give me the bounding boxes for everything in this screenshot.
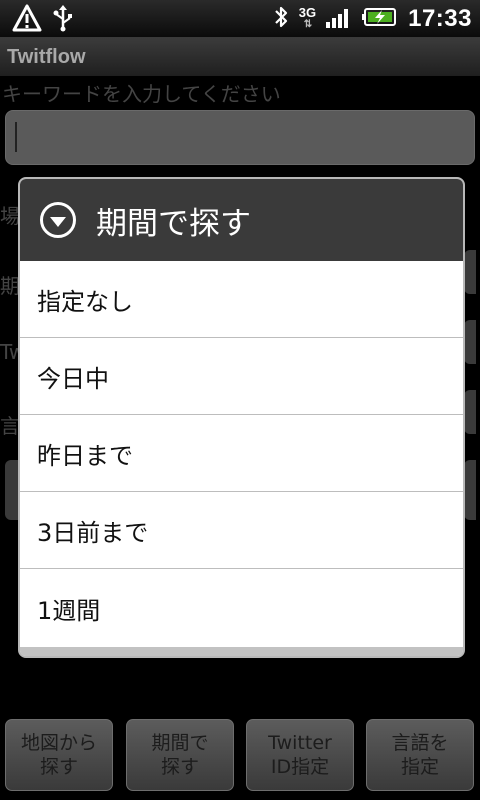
- warning-icon: [12, 4, 42, 36]
- network-type: 3G: [298, 5, 317, 20]
- clock: 17:33: [408, 5, 472, 32]
- period-row-label: 期: [0, 274, 20, 298]
- language-row-label: 言: [0, 414, 20, 438]
- bluetooth-icon: [273, 4, 289, 34]
- dialog-footer: [20, 647, 463, 656]
- chevron-down-circle-icon: [40, 202, 76, 238]
- keyword-label: キーワードを入力してください: [2, 82, 281, 106]
- status-bar: 3G ⇅ 17:33: [0, 0, 480, 38]
- option-no-limit[interactable]: 指定なし: [20, 261, 463, 338]
- period-dialog: 期間で探す 指定なし 今日中 昨日まで 3日前まで 1週間: [18, 177, 465, 658]
- option-one-week[interactable]: 1週間: [20, 569, 463, 647]
- network-indicator: 3G ⇅: [298, 5, 317, 31]
- option-today[interactable]: 今日中: [20, 338, 463, 415]
- map-search-button[interactable]: 地図から 探す: [5, 719, 113, 791]
- dialog-option-list: 指定なし 今日中 昨日まで 3日前まで 1週間: [20, 261, 463, 647]
- dialog-title: 期間で探す: [96, 205, 251, 242]
- location-row-label: 場: [0, 204, 20, 228]
- language-spinner[interactable]: [464, 390, 476, 434]
- app-title: Twitflow: [7, 45, 86, 68]
- text-cursor: [15, 122, 17, 152]
- usb-icon: [52, 4, 74, 36]
- signal-icon: [326, 6, 352, 32]
- language-button[interactable]: 言語を 指定: [366, 719, 474, 791]
- period-spinner[interactable]: [464, 250, 476, 294]
- option-three-days[interactable]: 3日前まで: [20, 492, 463, 569]
- twitter-id-button[interactable]: Twitter ID指定: [246, 719, 354, 791]
- period-search-button[interactable]: 期間で 探す: [126, 719, 234, 791]
- option-until-yesterday[interactable]: 昨日まで: [20, 415, 463, 492]
- data-arrows-icon: ⇅: [303, 19, 312, 30]
- dialog-header: 期間で探す: [20, 179, 463, 261]
- search-button-left-edge: [5, 460, 19, 520]
- battery-charging-icon: [362, 7, 398, 31]
- twitter-spinner[interactable]: [464, 320, 476, 364]
- screen: 3G ⇅ 17:33 Twitflow キーワードを入力してください 場 期 T…: [0, 0, 480, 800]
- search-button[interactable]: [464, 460, 476, 520]
- app-title-bar: Twitflow: [0, 38, 480, 76]
- keyword-input[interactable]: [5, 110, 475, 165]
